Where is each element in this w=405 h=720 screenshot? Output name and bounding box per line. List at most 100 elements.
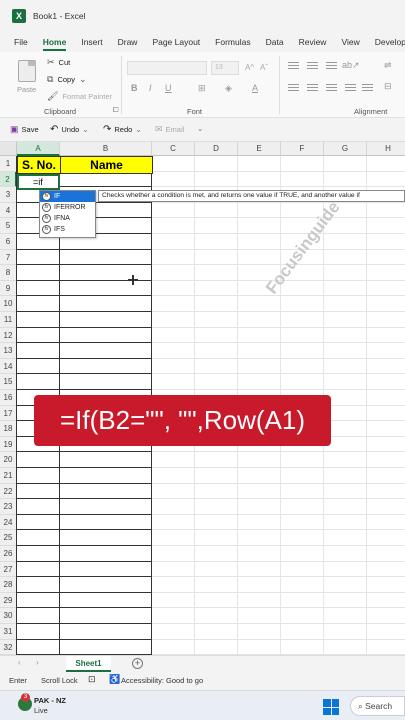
column-header-a[interactable]: A [17,142,60,156]
undo-button[interactable]: ↶ Undo ⌄ [50,124,89,135]
copy-button[interactable]: ⧉ Copy ⌄ [47,74,87,85]
wrap-text-icon[interactable]: ⇌ [384,60,392,71]
select-all-corner[interactable] [0,142,17,156]
merge-center-icon[interactable]: ⊟ [384,81,392,92]
row-header-13[interactable]: 13 [0,343,17,359]
column-header-b[interactable]: B [60,142,152,156]
row-header-18[interactable]: 18 [0,421,17,437]
underline-button[interactable]: U [165,83,172,93]
cell-b1-header[interactable]: Name [60,156,153,174]
column-header-f[interactable]: F [281,142,324,156]
customize-qat-icon[interactable]: ⌄ [197,124,203,133]
fill-color-icon[interactable]: ◈ [225,83,232,94]
align-center-icon[interactable] [307,84,318,93]
cut-button[interactable]: ✂ Cut [47,57,70,68]
row-header-15[interactable]: 15 [0,374,17,390]
tab-page-layout[interactable]: Page Layout [152,32,200,52]
row-header-21[interactable]: 21 [0,468,17,484]
row-header-12[interactable]: 12 [0,327,17,344]
paste-button[interactable]: Paste [14,57,42,97]
row-header-19[interactable]: 19 [0,436,17,453]
row-header-20[interactable]: 20 [0,452,17,468]
tab-view[interactable]: View [341,32,359,52]
tab-home[interactable]: Home [42,32,66,52]
italic-button[interactable]: I [149,83,152,93]
align-bottom-icon[interactable] [326,62,337,71]
chevron-left-icon[interactable]: ‹ [18,658,21,667]
indent-decrease-icon[interactable] [345,84,356,93]
windows-start-icon[interactable] [323,699,339,715]
row-header-9[interactable]: 9 [0,280,17,297]
row-header-25[interactable]: 25 [0,530,17,546]
active-cell-a2[interactable]: =if [17,174,60,190]
row-header-28[interactable]: 28 [0,577,17,593]
row-header-4[interactable]: 4 [0,202,17,219]
tab-developer[interactable]: Develope [375,32,405,52]
row-header-23[interactable]: 23 [0,499,17,515]
row-header-16[interactable]: 16 [0,390,17,406]
formula-autocomplete[interactable]: fx IF fx IFERROR fx IFNA fx IFS [39,190,96,238]
tab-file[interactable]: File [14,32,28,52]
autocomplete-item-if[interactable]: fx IF [40,191,95,202]
autocomplete-item-ifs[interactable]: fx IFS [40,224,95,235]
row-header-8[interactable]: 8 [0,265,17,281]
sheet-tab-sheet1[interactable]: Sheet1 [66,656,111,672]
row-header-11[interactable]: 11 [0,312,17,328]
align-top-icon[interactable] [288,62,299,71]
tab-review[interactable]: Review [299,32,327,52]
row-header-29[interactable]: 29 [0,592,17,609]
widget-title[interactable]: PAK - NZ [34,696,66,705]
autocomplete-item-ifna[interactable]: fx IFNA [40,213,95,224]
column-header-e[interactable]: E [238,142,281,156]
row-header-6[interactable]: 6 [0,234,17,250]
align-left-icon[interactable] [288,84,299,93]
row-header-17[interactable]: 17 [0,405,17,422]
email-button[interactable]: ✉ Email [155,124,184,135]
borders-icon[interactable]: ⊞ [198,83,206,94]
row-header-26[interactable]: 26 [0,546,17,562]
autocomplete-item-iferror[interactable]: fx IFERROR [40,202,95,213]
decrease-font-icon[interactable]: Aˇ [260,63,268,72]
tab-formulas[interactable]: Formulas [215,32,250,52]
align-middle-icon[interactable] [307,62,318,71]
bold-button[interactable]: B [131,83,138,93]
tab-data[interactable]: Data [266,32,284,52]
format-painter-button[interactable]: 🖌 Format Painter [47,91,112,102]
font-group-label: Font [187,107,203,116]
increase-font-icon[interactable]: A^ [245,63,254,72]
status-accessibility[interactable]: Accessibility: Good to go [121,676,203,685]
row-header-32[interactable]: 32 [0,639,17,655]
orientation-icon[interactable]: ab↗ [342,60,360,71]
row-header-27[interactable]: 27 [0,561,17,578]
row-header-1[interactable]: 1 [0,156,17,172]
indent-increase-icon[interactable] [362,84,373,93]
column-header-c[interactable]: C [152,142,195,156]
cell-a1-header[interactable]: S. No. [17,156,61,174]
row-header-7[interactable]: 7 [0,249,17,266]
row-header-24[interactable]: 24 [0,514,17,531]
column-header-h[interactable]: H [367,142,405,156]
column-header-d[interactable]: D [195,142,238,156]
row-header-30[interactable]: 30 [0,608,17,624]
macro-record-icon[interactable]: ⊡ [88,674,96,685]
row-header-3[interactable]: 3 [0,187,17,203]
row-header-5[interactable]: 5 [0,218,17,234]
font-name-select[interactable] [127,61,207,75]
tab-insert[interactable]: Insert [81,32,102,52]
column-header-g[interactable]: G [324,142,367,156]
taskbar-search[interactable]: ⌕ Search [350,696,405,716]
row-header-22[interactable]: 22 [0,483,17,500]
row-header-14[interactable]: 14 [0,358,17,375]
font-size-select[interactable]: 13 [211,61,239,75]
row-header-2[interactable]: 2 [0,171,17,188]
dialog-launcher-icon[interactable]: ⧠ [113,107,119,115]
row-header-10[interactable]: 10 [0,296,17,312]
row-header-31[interactable]: 31 [0,624,17,640]
chevron-right-icon[interactable]: › [36,658,39,667]
font-color-icon[interactable]: A [252,83,258,93]
add-sheet-icon[interactable]: + [132,658,143,669]
redo-button[interactable]: ↷ Redo ⌄ [103,124,142,135]
align-right-icon[interactable] [326,84,337,93]
save-button[interactable]: ▣ Save [10,124,39,135]
tab-draw[interactable]: Draw [118,32,138,52]
